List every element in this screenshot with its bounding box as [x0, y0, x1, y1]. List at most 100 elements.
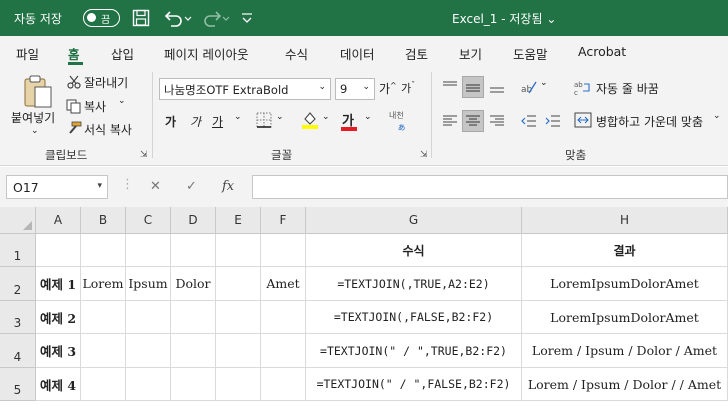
- clipboard-launcher-icon[interactable]: ⇲: [140, 150, 148, 160]
- column-header-g[interactable]: G: [306, 207, 522, 234]
- underline-button[interactable]: 가: [212, 113, 223, 130]
- formula-input[interactable]: [252, 175, 728, 199]
- cell-c3[interactable]: [126, 301, 171, 334]
- cell-d5[interactable]: [171, 368, 216, 401]
- merge-center-icon[interactable]: [574, 112, 592, 128]
- cell-d4[interactable]: [171, 334, 216, 368]
- merge-center-button[interactable]: 병합하고 가운데 맞춤: [596, 113, 703, 130]
- column-header-h[interactable]: H: [522, 207, 728, 234]
- cell-c5[interactable]: [126, 368, 171, 401]
- orientation-icon[interactable]: ab: [518, 76, 540, 98]
- cell-c1[interactable]: [126, 234, 171, 267]
- bold-button[interactable]: 가: [165, 113, 176, 130]
- increase-font-size-icon[interactable]: 가^: [379, 80, 397, 97]
- cell-a5[interactable]: 예제 4: [36, 368, 81, 401]
- cell-b4[interactable]: [81, 334, 126, 368]
- save-icon[interactable]: [132, 8, 150, 28]
- select-all-button[interactable]: [0, 207, 36, 234]
- cell-c2[interactable]: Ipsum: [126, 267, 171, 301]
- cell-c4[interactable]: [126, 334, 171, 368]
- font-name-combo[interactable]: 나눔명조OTF ExtraBold ⌄: [159, 78, 331, 100]
- name-box[interactable]: O17 ▾: [6, 175, 108, 199]
- paste-dropdown-icon[interactable]: ⌄: [31, 126, 39, 136]
- underline-dropdown-icon[interactable]: ⌄: [234, 112, 242, 122]
- align-middle-icon[interactable]: [462, 76, 484, 98]
- cell-g2[interactable]: =TEXTJOIN(,TRUE,A2:E2): [306, 267, 522, 301]
- tab-help[interactable]: 도움말: [513, 44, 548, 63]
- cell-f3[interactable]: [261, 301, 306, 334]
- row-header-2[interactable]: 2: [0, 267, 36, 301]
- tab-acrobat[interactable]: Acrobat: [578, 44, 626, 59]
- column-header-e[interactable]: E: [216, 207, 261, 234]
- cell-d1[interactable]: [171, 234, 216, 267]
- cell-h4[interactable]: Lorem / Ipsum / Dolor / Amet: [522, 334, 728, 368]
- column-header-d[interactable]: D: [171, 207, 216, 234]
- fill-color-dropdown-icon[interactable]: ⌄: [322, 112, 330, 122]
- wrap-text-button[interactable]: 자동 줄 바꿈: [596, 80, 659, 97]
- tab-formulas[interactable]: 수식: [285, 44, 308, 63]
- cell-b3[interactable]: [81, 301, 126, 334]
- align-left-icon[interactable]: [439, 110, 461, 132]
- borders-dropdown-icon[interactable]: ⌄: [276, 112, 284, 122]
- cell-h5[interactable]: Lorem / Ipsum / Dolor / / Amet: [522, 368, 728, 401]
- tab-review[interactable]: 검토: [405, 44, 428, 63]
- align-bottom-icon[interactable]: [486, 76, 508, 98]
- cell-b1[interactable]: [81, 234, 126, 267]
- cancel-icon[interactable]: ✕: [150, 179, 161, 194]
- align-center-icon[interactable]: [462, 110, 484, 132]
- cell-e2[interactable]: [216, 267, 261, 301]
- cut-icon[interactable]: [67, 75, 81, 89]
- cell-d2[interactable]: Dolor: [171, 267, 216, 301]
- row-header-5[interactable]: 5: [0, 368, 36, 401]
- borders-icon[interactable]: [256, 112, 272, 128]
- cell-h3[interactable]: LoremIpsumDolorAmet: [522, 301, 728, 334]
- cell-f2[interactable]: Amet: [261, 267, 306, 301]
- fill-color-icon[interactable]: [301, 110, 319, 130]
- copy-button[interactable]: 복사: [84, 98, 106, 115]
- paste-icon[interactable]: [22, 74, 54, 110]
- cut-button[interactable]: 잘라내기: [84, 74, 128, 91]
- italic-button[interactable]: 가: [190, 113, 201, 130]
- cell-f1[interactable]: [261, 234, 306, 267]
- cell-b2[interactable]: Lorem: [81, 267, 126, 301]
- cell-a4[interactable]: 예제 3: [36, 334, 81, 368]
- row-header-1[interactable]: 1: [0, 234, 36, 267]
- merge-center-dropdown-icon[interactable]: ⌄: [713, 111, 721, 121]
- cell-h1[interactable]: 결과: [522, 234, 728, 267]
- font-size-combo[interactable]: 9 ⌄: [335, 78, 375, 100]
- undo-icon[interactable]: [162, 8, 192, 28]
- font-launcher-icon[interactable]: ⇲: [420, 150, 428, 160]
- cell-g4[interactable]: =TEXTJOIN(" / ",TRUE,B2:F2): [306, 334, 522, 368]
- format-painter-icon[interactable]: [66, 121, 82, 136]
- column-header-c[interactable]: C: [126, 207, 171, 234]
- cell-e5[interactable]: [216, 368, 261, 401]
- insert-function-icon[interactable]: fx: [222, 179, 234, 194]
- autosave-toggle[interactable]: 끔: [83, 9, 120, 27]
- column-header-b[interactable]: B: [81, 207, 126, 234]
- align-right-icon[interactable]: [486, 110, 508, 132]
- cell-h2[interactable]: LoremIpsumDolorAmet: [522, 267, 728, 301]
- tab-view[interactable]: 보기: [459, 44, 482, 63]
- tab-file[interactable]: 파일: [16, 44, 39, 63]
- customize-toolbar-icon[interactable]: [240, 8, 254, 28]
- column-header-f[interactable]: F: [261, 207, 306, 234]
- decrease-indent-icon[interactable]: [518, 110, 540, 132]
- cell-e3[interactable]: [216, 301, 261, 334]
- cell-a2[interactable]: 예제 1: [36, 267, 81, 301]
- paste-button[interactable]: 붙여넣기: [11, 109, 55, 126]
- document-title[interactable]: Excel_1 - 저장됨 ⌄: [452, 10, 556, 27]
- increase-indent-icon[interactable]: [542, 110, 564, 132]
- cell-g3[interactable]: =TEXTJOIN(,FALSE,B2:F2): [306, 301, 522, 334]
- redo-icon[interactable]: [200, 8, 230, 28]
- column-header-a[interactable]: A: [36, 207, 81, 234]
- tab-insert[interactable]: 삽입: [111, 44, 134, 63]
- tab-data[interactable]: 데이터: [340, 44, 375, 63]
- cell-a3[interactable]: 예제 2: [36, 301, 81, 334]
- cell-f5[interactable]: [261, 368, 306, 401]
- font-color-dropdown-icon[interactable]: ⌄: [364, 112, 372, 122]
- tab-page-layout[interactable]: 페이지 레이아웃: [164, 44, 248, 63]
- align-top-icon[interactable]: [439, 76, 461, 98]
- row-header-4[interactable]: 4: [0, 334, 36, 368]
- format-painter-button[interactable]: 서식 복사: [84, 121, 132, 138]
- cell-b5[interactable]: [81, 368, 126, 401]
